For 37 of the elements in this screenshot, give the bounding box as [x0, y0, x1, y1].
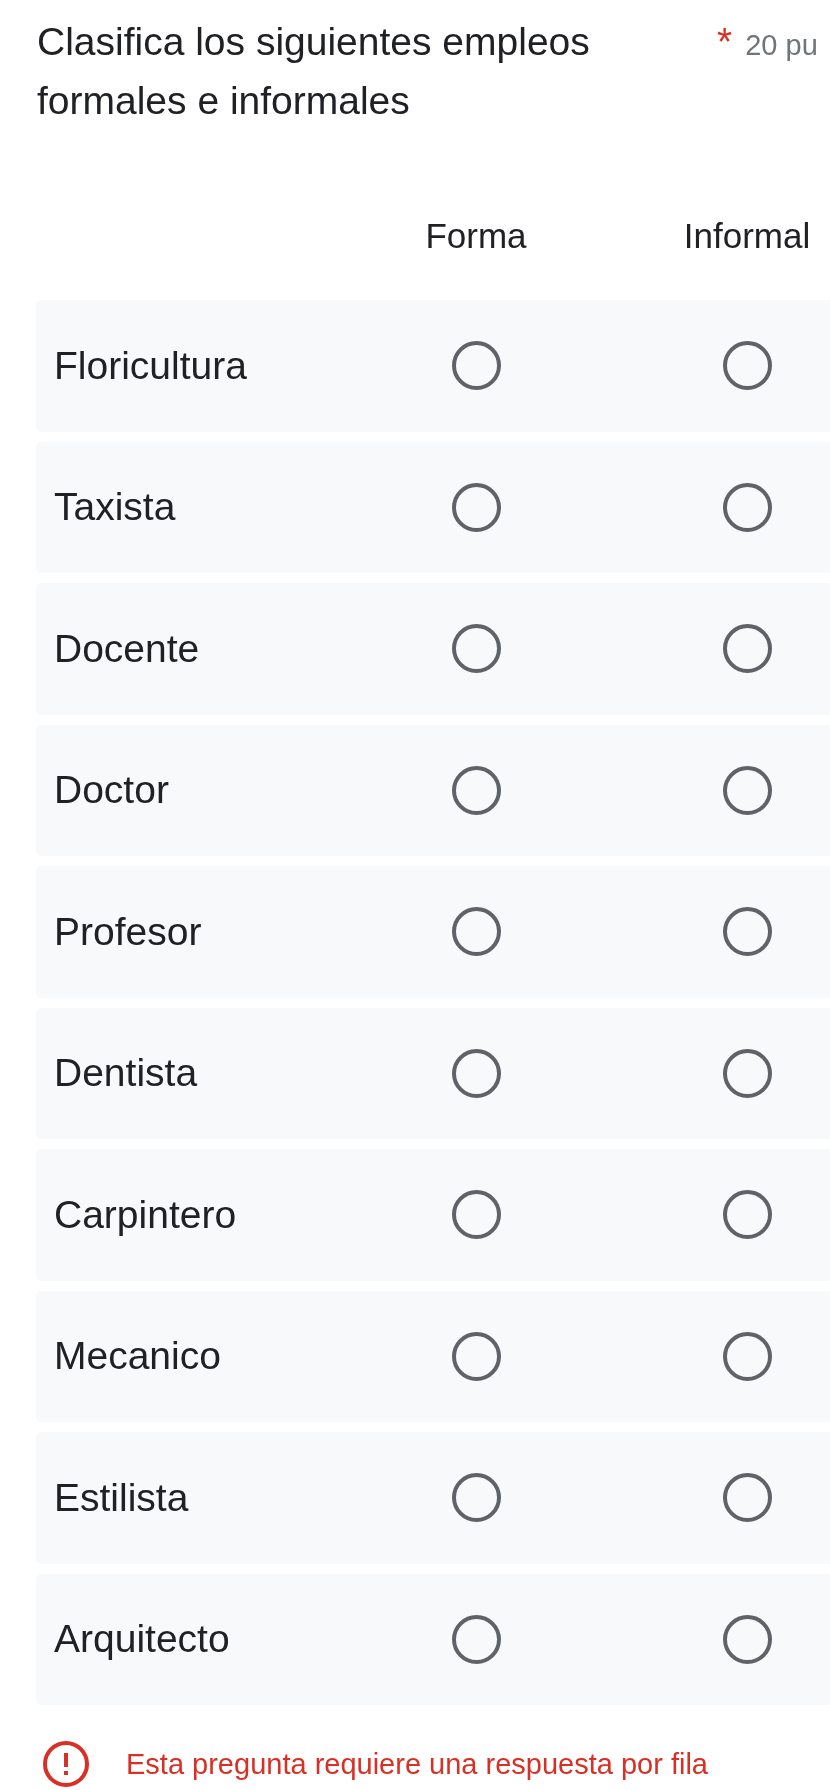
radio-button[interactable] — [722, 482, 772, 532]
radio-button[interactable] — [722, 765, 772, 815]
radio-button[interactable] — [451, 765, 501, 815]
row-label: Profesor — [54, 908, 202, 955]
radio-button[interactable] — [451, 1614, 501, 1664]
radio-button[interactable] — [451, 1331, 501, 1381]
radio-button[interactable] — [451, 907, 501, 957]
question-title: Clasifica los siguientes empleos formales e informales — [37, 19, 591, 124]
row-label: Mecanico — [54, 1333, 221, 1380]
radio-button[interactable] — [722, 1614, 772, 1664]
row-label: Docente — [54, 625, 200, 672]
radio-button[interactable] — [722, 624, 772, 674]
error-message: Esta pregunta requiere una respuesta por fila — [126, 1747, 708, 1782]
radio-button[interactable] — [451, 624, 501, 674]
row-label: Dentista — [54, 1050, 198, 1097]
row-label: Arquitecto — [54, 1616, 230, 1663]
row-label: Doctor — [54, 767, 169, 814]
radio-button[interactable] — [722, 1331, 772, 1381]
radio-button[interactable] — [451, 482, 501, 532]
row-label: Floricultura — [54, 342, 247, 389]
row-label: Taxista — [54, 484, 176, 531]
radio-button[interactable] — [451, 341, 501, 391]
column-header: Informal — [683, 215, 811, 257]
row-label: Carpintero — [54, 1191, 237, 1238]
radio-button[interactable] — [722, 907, 772, 957]
radio-button[interactable] — [722, 1190, 772, 1240]
radio-button[interactable] — [722, 341, 772, 391]
points-label: 20 pu — [745, 28, 818, 63]
row-label: Estilista — [54, 1474, 189, 1521]
radio-button[interactable] — [451, 1473, 501, 1523]
radio-button[interactable] — [722, 1473, 772, 1523]
radio-button[interactable] — [722, 1048, 772, 1098]
radio-button[interactable] — [451, 1190, 501, 1240]
column-header: Forma — [425, 215, 527, 257]
error-icon — [42, 1740, 90, 1788]
radio-button[interactable] — [451, 1048, 501, 1098]
required-asterisk: * — [717, 19, 733, 65]
